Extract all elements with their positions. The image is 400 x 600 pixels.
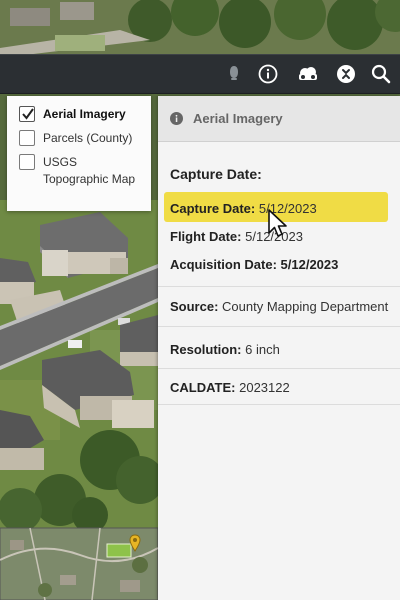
field-key: CALDATE:	[170, 380, 236, 395]
acquisition-date-field: Acquisition Date: 5/12/2023	[170, 257, 338, 272]
field-key: Flight Date:	[170, 229, 242, 244]
usgs-topo-checkbox[interactable]	[19, 154, 35, 170]
layer-label: Parcels (County)	[43, 131, 133, 145]
field-key: Capture Date:	[170, 201, 256, 216]
attribute-popup: Aerial Imagery Capture Date: Capture Dat…	[158, 96, 400, 600]
cloud-layers-icon	[299, 67, 317, 80]
info-circle-icon	[258, 64, 278, 84]
layer-list-panel: Aerial Imagery Parcels (County) USGS Top…	[7, 96, 151, 211]
caldate-field: CALDATE: 2023122	[170, 380, 290, 395]
divider	[158, 286, 400, 287]
resolution-field: Resolution: 6 inch	[170, 342, 280, 357]
checkmark-icon	[22, 108, 34, 120]
compass-icon	[337, 65, 355, 83]
parcels-checkbox[interactable]	[19, 130, 35, 146]
map-toolbar	[0, 54, 400, 94]
search-icon	[371, 64, 391, 84]
field-key: Acquisition Date:	[170, 257, 277, 272]
location-pin-button[interactable]	[221, 61, 247, 87]
field-value: County Mapping Department	[222, 299, 389, 314]
location-marker-icon	[129, 534, 141, 552]
field-key: Source:	[170, 299, 219, 314]
divider	[158, 326, 400, 327]
info-dot-icon	[170, 112, 183, 125]
mouse-cursor-icon	[268, 209, 287, 237]
popup-title: Aerial Imagery	[193, 111, 283, 126]
layers-button[interactable]	[295, 61, 321, 87]
navigate-button[interactable]	[333, 61, 359, 87]
aerial-imagery-checkbox[interactable]	[19, 106, 35, 122]
layer-item-usgs-topo[interactable]: USGS Topographic Map	[19, 154, 143, 188]
layer-label: Aerial Imagery	[43, 107, 126, 121]
layer-item-aerial-imagery[interactable]: Aerial Imagery	[19, 106, 143, 123]
popup-header: Aerial Imagery	[158, 96, 400, 142]
field-key: Resolution:	[170, 342, 242, 357]
field-value: 5/12/2023	[280, 257, 339, 272]
section-title: Capture Date:	[170, 166, 262, 182]
field-value: 6 inch	[245, 342, 280, 357]
divider	[158, 368, 400, 369]
info-button[interactable]	[255, 61, 281, 87]
map-pin-icon	[230, 66, 238, 80]
search-button[interactable]	[368, 61, 394, 87]
field-value: 2023122	[239, 380, 290, 395]
layer-item-parcels[interactable]: Parcels (County)	[19, 130, 143, 147]
layer-label: USGS Topographic Map	[43, 155, 136, 186]
source-field: Source: County Mapping Department	[170, 299, 388, 314]
divider	[158, 404, 400, 405]
capture-date-field: Capture Date: 5/12/2023	[170, 201, 317, 216]
